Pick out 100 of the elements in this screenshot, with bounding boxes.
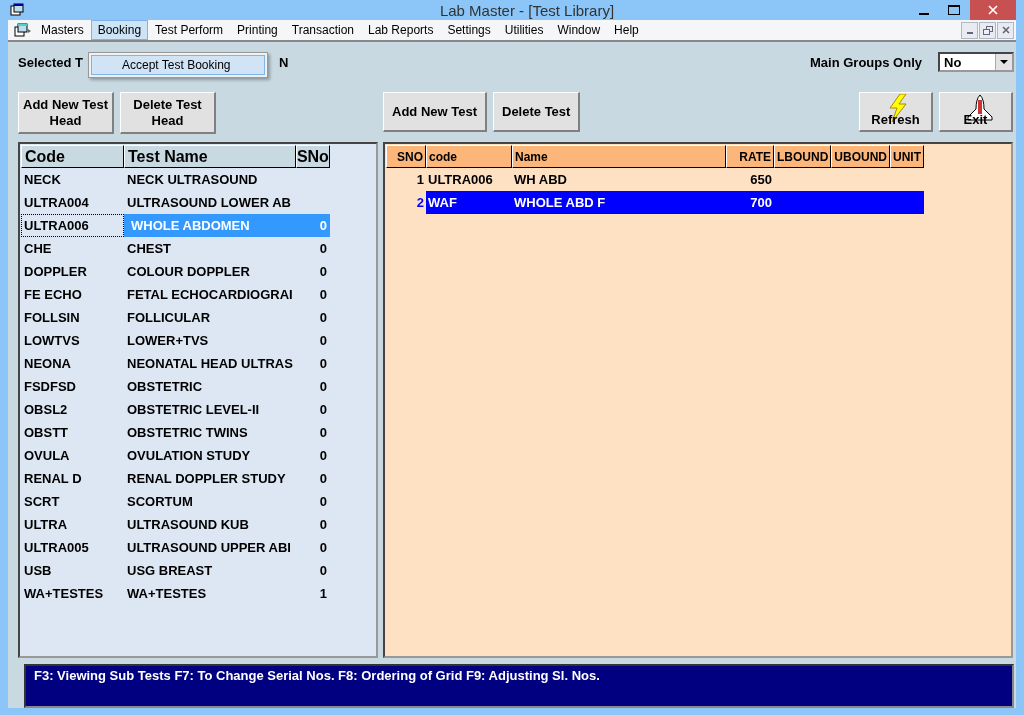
menu-item[interactable]: Help xyxy=(607,20,646,40)
table-cell-text: OBSL2 xyxy=(23,401,69,419)
table-cell-text: RENAL DOPPLER STUDY xyxy=(126,470,287,488)
button[interactable]: Delete Test xyxy=(493,92,581,132)
column-header[interactable]: UBOUND xyxy=(831,145,890,168)
table-cell-text: ULTRA006 xyxy=(427,171,494,189)
app-icon xyxy=(10,3,24,17)
selected-test-label: N xyxy=(279,54,289,70)
table-cell-text: NECK ULTRASOUND xyxy=(126,171,259,189)
table-cell-text: NEONATAL HEAD ULTRAS xyxy=(126,355,294,373)
selected-test-label: Selected T xyxy=(18,54,84,70)
table-cell-text: FETAL ECHOCARDIOGRAI xyxy=(126,286,294,304)
table-cell-text: OBSTT xyxy=(23,424,70,442)
table-cell-text: FOLLICULAR xyxy=(126,309,212,327)
table-cell-text: 0 xyxy=(318,355,328,373)
button[interactable]: Add New Test xyxy=(383,92,487,132)
minimize-icon xyxy=(919,13,929,15)
table-cell-text: WA+TESTES xyxy=(126,585,208,603)
table-cell: WHOLE ABD F xyxy=(512,191,726,214)
caret-icon xyxy=(1000,60,1008,64)
table-cell-text: 0 xyxy=(318,447,328,465)
menu-item[interactable]: Booking xyxy=(90,20,149,40)
table-cell-text: FSDFSD xyxy=(23,378,77,396)
table-cell-text: OBSTETRIC TWINS xyxy=(126,424,249,442)
table-cell-text: ULTRA xyxy=(23,516,69,534)
exit-button[interactable]: Exit xyxy=(939,92,1013,132)
button[interactable]: Delete Test Head xyxy=(120,92,216,134)
menu-item[interactable]: Settings xyxy=(440,20,498,40)
menu-item[interactable]: Utilities xyxy=(497,20,551,40)
shuttle-icon xyxy=(966,94,994,122)
menu-item[interactable]: Printing xyxy=(230,20,285,40)
table-cell-text: ULTRA004 xyxy=(23,194,90,212)
main-groups-dropdown[interactable]: No xyxy=(938,52,1014,72)
column-header[interactable]: RATE xyxy=(726,145,774,168)
shortcut-hint: F3: Viewing Sub Tests F7: To Change Serial Nos. F8: Ordering of Grid F9: Adjusting Sl. Nos. xyxy=(34,668,600,683)
table-cell-text: 0 xyxy=(318,562,328,580)
table-cell-text: 0 xyxy=(318,470,328,488)
table-cell-text: 0 xyxy=(318,332,328,350)
table-cell-text: SCORTUM xyxy=(126,493,194,511)
close-icon xyxy=(1001,26,1010,34)
table-cell: 0 xyxy=(295,214,330,237)
table-cell-text: DOPPLER xyxy=(23,263,88,281)
table-cell-text: ULTRA005 xyxy=(23,539,90,557)
table-cell-text: FOLLSIN xyxy=(23,309,81,327)
table-cell-text: 0 xyxy=(318,286,328,304)
column-header[interactable]: SNo xyxy=(295,145,330,168)
table-cell-text: CHEST xyxy=(126,240,173,258)
table-cell-text: OBSTETRIC xyxy=(126,378,204,396)
table-cell-text: 0 xyxy=(318,539,328,557)
column-header[interactable]: Test Name xyxy=(124,145,296,168)
menu-item[interactable]: Masters xyxy=(34,20,91,40)
table-cell-text: 0 xyxy=(318,493,328,511)
table-cell-text: 0 xyxy=(318,424,328,442)
menu-item[interactable]: Lab Reports xyxy=(361,20,441,40)
table-cell-text: 0 xyxy=(318,263,328,281)
column-header[interactable]: LBOUND xyxy=(774,145,832,168)
column-header[interactable]: UNIT xyxy=(890,145,924,168)
table-cell-text: WA+TESTES xyxy=(23,585,105,603)
close-button[interactable] xyxy=(997,21,1014,39)
column-header[interactable]: Name xyxy=(512,145,726,168)
window-title: Lab Master - [Test Library] xyxy=(438,1,616,19)
column-header[interactable]: code xyxy=(426,145,512,168)
table-cell-text: OVULA xyxy=(23,447,71,465)
table-cell: WHOLE ABDOMEN xyxy=(124,214,296,237)
menu-item[interactable]: Window xyxy=(550,20,608,40)
table-cell-text: OBSTETRIC LEVEL-II xyxy=(126,401,261,419)
menu-item[interactable]: Test Perform xyxy=(148,20,231,40)
main-groups-label: Main Groups Only xyxy=(810,54,922,70)
table-cell-text: LOWER+TVS xyxy=(126,332,210,350)
menu-item[interactable]: Accept Test Booking xyxy=(91,55,265,75)
minimize-button[interactable] xyxy=(961,21,978,39)
table-cell-text: SCRT xyxy=(23,493,61,511)
table-cell-text: NEONA xyxy=(23,355,72,373)
table-cell-text: USB xyxy=(23,562,53,580)
table-cell-text: ULTRASOUND UPPER ABI xyxy=(126,539,292,557)
table-cell: WAF xyxy=(426,191,512,214)
button[interactable]: Add New Test Head xyxy=(18,92,114,134)
table-cell-text: CHE xyxy=(23,240,53,258)
table-cell-text: 2 xyxy=(415,194,425,212)
table-cell-text: 1 xyxy=(415,171,425,189)
table-cell-text: COLOUR DOPPLER xyxy=(126,263,251,281)
table-cell-text: 650 xyxy=(749,171,773,189)
table-cell-text: FE ECHO xyxy=(23,286,83,304)
table-cell-text: 0 xyxy=(318,401,328,419)
table-cell: ULTRA006 xyxy=(21,214,124,237)
close-icon xyxy=(988,5,998,15)
menu-item[interactable]: Transaction xyxy=(284,20,361,40)
window-icon[interactable] xyxy=(14,23,32,37)
column-header[interactable]: SNO xyxy=(386,145,426,168)
table-cell-text: ULTRASOUND LOWER AB xyxy=(126,194,292,212)
table-cell-text: 0 xyxy=(318,378,328,396)
table-cell-text: 1 xyxy=(318,585,328,603)
restore-button[interactable] xyxy=(979,21,996,39)
refresh-button[interactable]: Refresh xyxy=(859,92,933,132)
table-cell-text: LOWTVS xyxy=(23,332,81,350)
table-cell-text: 0 xyxy=(318,309,328,327)
column-header[interactable]: Code xyxy=(21,145,124,168)
table-cell-text: WH ABD xyxy=(513,171,568,189)
table-cell-text: NECK xyxy=(23,171,62,189)
table-cell-text: RENAL D xyxy=(23,470,83,488)
